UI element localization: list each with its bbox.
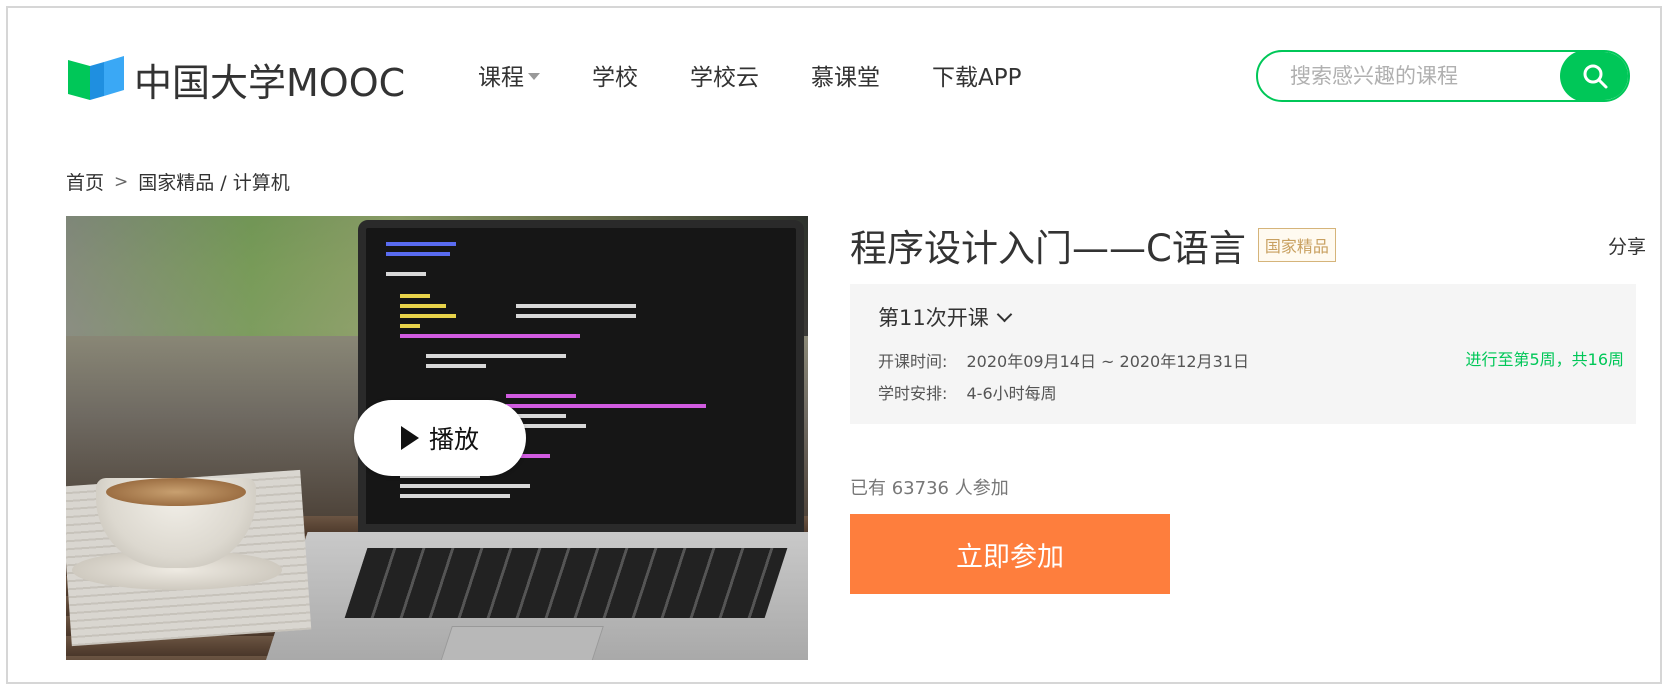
breadcrumb: 首页 > 国家精品 / 计算机 [66, 168, 290, 195]
hours-row: 学时安排: 4-6小时每周 [878, 380, 1057, 404]
schedule-row: 开课时间: 2020年09月14日 ~ 2020年12月31日 [878, 348, 1249, 372]
nav-label: 学校云 [690, 65, 759, 91]
nav-item-courses[interactable]: 课程 [478, 58, 540, 92]
nav-label: 下载APP [932, 65, 1022, 91]
course-video-preview[interactable]: 播放 [66, 216, 808, 660]
site-logo[interactable]: 中国大学MOOC [68, 52, 405, 107]
schedule-label: 开课时间: [878, 352, 948, 371]
schedule-value: 2020年09月14日 ~ 2020年12月31日 [966, 352, 1249, 371]
course-title-text: 程序设计入门——C语言 [850, 227, 1246, 270]
mooc-logo-icon [68, 54, 126, 106]
course-progress: 进行至第5周，共16周 [1465, 350, 1624, 369]
nav-label: 慕课堂 [811, 65, 880, 91]
laptop-screen-image [358, 220, 804, 532]
nav-item-download-app[interactable]: 下载APP [932, 58, 1021, 92]
nav-label: 学校 [592, 65, 638, 91]
page-frame: 中国大学MOOC 课程 学校 学校云 慕课堂 下载APP 首页 [6, 6, 1662, 684]
search-button[interactable] [1560, 52, 1628, 100]
play-label: 播放 [428, 425, 479, 454]
keyboard-image [344, 548, 788, 618]
hours-value: 4-6小时每周 [966, 384, 1057, 403]
search-bar [1256, 50, 1630, 102]
term-label: 第11次开课 [878, 306, 989, 330]
play-icon [400, 426, 419, 450]
chevron-down-icon [996, 306, 1013, 322]
nav-label: 课程 [478, 65, 524, 91]
logo-text: 中国大学MOOC [134, 61, 406, 105]
play-button[interactable]: 播放 [354, 400, 526, 476]
nav-item-mooc-classroom[interactable]: 慕课堂 [811, 58, 880, 92]
course-title: 程序设计入门——C语言 国家精品 [850, 218, 1336, 272]
search-icon [1583, 64, 1608, 89]
breadcrumb-separator: > [114, 171, 129, 192]
main-nav: 课程 学校 学校云 慕课堂 下载APP [478, 58, 1073, 92]
trackpad-image [440, 626, 604, 660]
search-input[interactable] [1258, 52, 1560, 100]
caret-down-icon [528, 72, 540, 80]
join-now-button[interactable]: 立即参加 [850, 514, 1170, 594]
hours-label: 学时安排: [878, 384, 948, 403]
coffee-image [106, 478, 246, 506]
term-selector[interactable]: 第11次开课 [878, 302, 1013, 332]
nav-item-schools[interactable]: 学校 [592, 58, 638, 92]
nav-item-school-cloud[interactable]: 学校云 [690, 58, 759, 92]
term-info-panel: 第11次开课 开课时间: 2020年09月14日 ~ 2020年12月31日 学… [850, 284, 1636, 424]
enrolled-count: 已有 63736 人参加 [850, 478, 1009, 499]
national-quality-badge: 国家精品 [1257, 228, 1336, 262]
breadcrumb-category[interactable]: 国家精品 / 计算机 [138, 168, 289, 195]
breadcrumb-home[interactable]: 首页 [66, 168, 104, 195]
share-button[interactable]: 分享 [1608, 232, 1646, 259]
